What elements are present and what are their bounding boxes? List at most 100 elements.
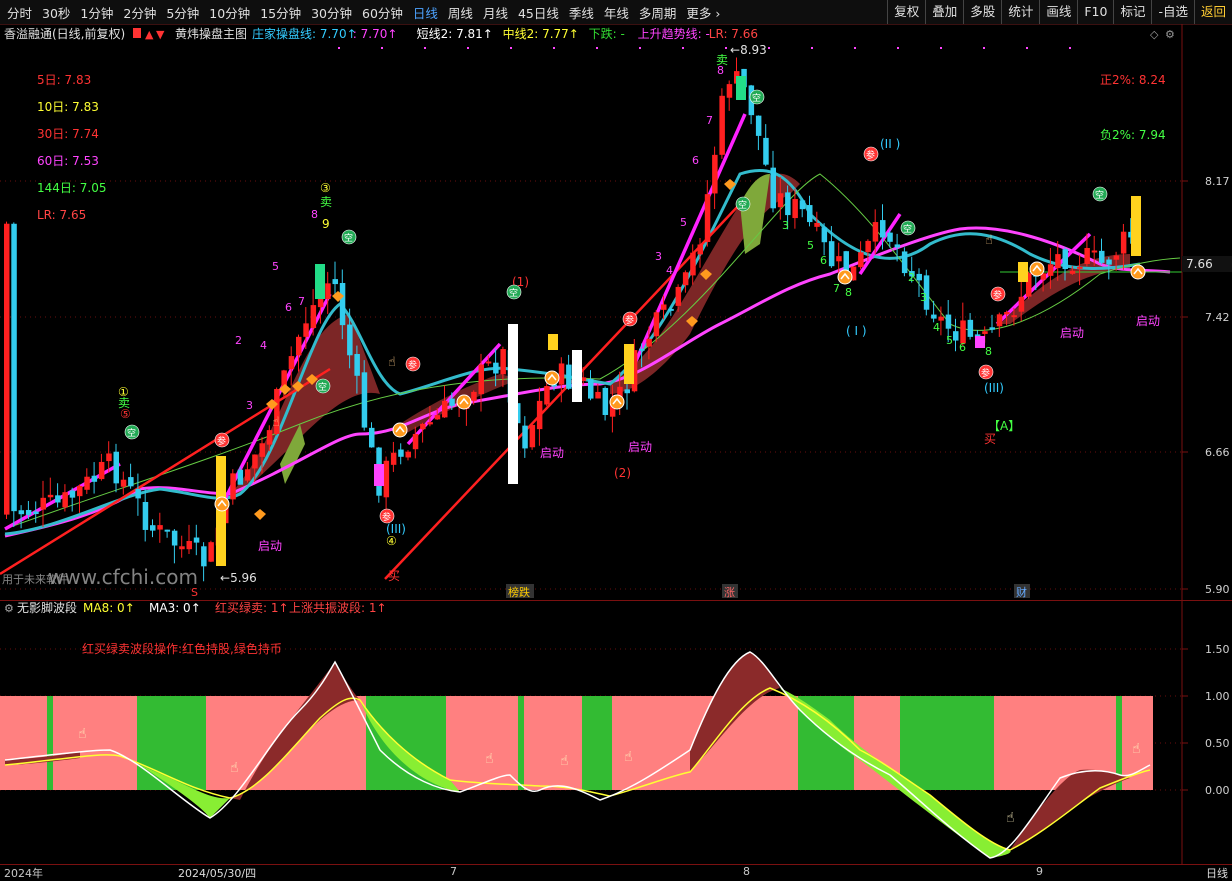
sub-indicator-value: MA3: 0↑ bbox=[149, 601, 201, 615]
tab-timeframe[interactable]: 年线 bbox=[604, 3, 629, 22]
candle-body bbox=[383, 460, 390, 498]
candle-body bbox=[1069, 270, 1076, 274]
tab-timeframe[interactable]: 日线 bbox=[413, 3, 438, 22]
candle-body bbox=[442, 400, 448, 418]
candle-body bbox=[427, 422, 433, 425]
high-marker: ←8.93 bbox=[730, 43, 767, 57]
candle-body bbox=[142, 501, 149, 530]
tab-timeframe[interactable]: 分时 bbox=[7, 3, 32, 22]
tab-timeframe[interactable]: 周线 bbox=[448, 3, 473, 22]
sub-settings-icon[interactable]: ⚙ bbox=[4, 602, 14, 615]
toolbar-button[interactable]: 统计 bbox=[1001, 0, 1039, 24]
candle-body bbox=[690, 252, 696, 276]
candle-body bbox=[493, 362, 499, 374]
dot-mark bbox=[553, 47, 555, 49]
candle-body bbox=[354, 353, 360, 376]
ma-legend-item: 144日: 7.05 bbox=[37, 181, 106, 195]
tab-timeframe[interactable]: 15分钟 bbox=[260, 3, 301, 22]
tab-timeframe[interactable]: 1分钟 bbox=[80, 3, 113, 22]
candle-body bbox=[704, 194, 711, 242]
candle-body bbox=[887, 232, 893, 242]
dot-mark bbox=[424, 47, 426, 49]
candle-body bbox=[1055, 254, 1061, 269]
tab-timeframe[interactable]: 10分钟 bbox=[209, 3, 250, 22]
candle-body bbox=[1106, 259, 1112, 265]
signal-badge-text: 空 bbox=[344, 232, 353, 244]
toolbar-right-buttons: 复权 叠加 多股 统计 画线 F10 标记 -自选 返回 bbox=[887, 0, 1232, 24]
toolbar-button[interactable]: 叠加 bbox=[925, 0, 963, 24]
toolbar-button[interactable]: 标记 bbox=[1113, 0, 1151, 24]
tab-timeframe[interactable]: 30秒 bbox=[42, 3, 70, 22]
candle-body bbox=[536, 400, 543, 430]
tab-timeframe[interactable]: 30分钟 bbox=[311, 3, 352, 22]
tab-timeframe[interactable]: 多周期 bbox=[639, 3, 677, 22]
annotation-label: 8 bbox=[311, 208, 318, 221]
pointing-hand-icon: ☝ bbox=[272, 415, 280, 430]
annotation-label: 买 bbox=[984, 432, 996, 446]
event-bangdie-tag[interactable]: 榜跌 bbox=[508, 585, 530, 599]
candle-body bbox=[390, 452, 397, 465]
dot-mark bbox=[596, 47, 598, 49]
toolbar-button[interactable]: 复权 bbox=[887, 0, 925, 24]
tab-timeframe[interactable]: 月线 bbox=[483, 3, 508, 22]
candle-body bbox=[668, 308, 674, 311]
dot-mark bbox=[1026, 47, 1028, 49]
candle-body bbox=[405, 451, 411, 458]
indicator-name: 黄炜操盘主图 bbox=[175, 26, 247, 41]
dot-mark bbox=[510, 47, 512, 49]
candle-body bbox=[135, 489, 141, 499]
pointing-hand-icon: ☝ bbox=[485, 751, 494, 767]
candle-body bbox=[186, 540, 192, 550]
buy-signal-icon bbox=[1130, 264, 1146, 280]
signal-badge-text: 参 bbox=[981, 367, 990, 379]
indicator-title-group: ▲ ▼ 黄炜操盘主图 bbox=[133, 26, 247, 41]
tab-timeframe[interactable]: 2分钟 bbox=[123, 3, 156, 22]
candle-body bbox=[1011, 315, 1017, 318]
candle-body bbox=[1062, 249, 1068, 269]
buy-signal-icon bbox=[837, 269, 853, 285]
ma-legend: 5日: 7.83 10日: 7.83 30日: 7.74 60日: 7.53 144日:… bbox=[37, 73, 106, 222]
band-neg-label: 负2%: 7.94 bbox=[1100, 128, 1166, 142]
candle-body bbox=[4, 223, 10, 515]
toolbar-button[interactable]: 返回 bbox=[1193, 0, 1232, 24]
toolbar-button[interactable]: 多股 bbox=[963, 0, 1001, 24]
candle-body bbox=[1113, 255, 1120, 260]
candle-body bbox=[310, 305, 317, 329]
candle-body bbox=[33, 511, 39, 515]
event-zhang-tag[interactable]: 涨 bbox=[724, 586, 735, 599]
annotation-label: 8 bbox=[717, 64, 724, 77]
buy-signal-icon bbox=[456, 394, 472, 410]
diamond-icon[interactable]: ◇ bbox=[1150, 28, 1159, 41]
indicator-value: 庄家操盘线: 7.70↑ bbox=[252, 26, 357, 41]
annotation-label: (II ) bbox=[880, 137, 900, 151]
candle-body bbox=[858, 252, 864, 268]
indicator-values: 庄家操盘线: 7.70↑: 7.70↑ 短线2: 7.81↑ 中线2: 7.77↑ 下… bbox=[252, 26, 758, 41]
buy-signal-icon bbox=[214, 496, 230, 512]
signal-badge-text: 空 bbox=[1095, 189, 1104, 201]
band-pos-label: 正2%: 8.24 bbox=[1100, 73, 1166, 87]
candle-body bbox=[62, 492, 68, 508]
tab-timeframe[interactable]: 更多 › bbox=[686, 3, 720, 22]
candle-body bbox=[763, 137, 769, 165]
band-green bbox=[740, 174, 770, 254]
toolbar-button[interactable]: 画线 bbox=[1039, 0, 1077, 24]
main-candlestick-chart[interactable]: 启动启动 启动启动启动买买卖卖卖【A】( I )(II )(III)(III)(1… bbox=[0, 24, 1232, 600]
wave-block bbox=[53, 696, 137, 790]
tab-timeframe[interactable]: 45日线 bbox=[518, 3, 559, 22]
tab-timeframe[interactable]: 季线 bbox=[569, 3, 594, 22]
event-cai-tag[interactable]: 财 bbox=[1016, 585, 1027, 599]
toolbar-button[interactable]: F10 bbox=[1077, 0, 1113, 24]
tab-timeframe[interactable]: 5分钟 bbox=[166, 3, 199, 22]
dot-mark bbox=[940, 47, 942, 49]
wave-indicator-chart[interactable]: ☝ ☝ ☝ ☝ ☝ ☝ ☝ ⚙ 无影脚波段 MA8: 0↑ MA3: 0↑ 红买绿卖: 1↑ 上涨… bbox=[0, 600, 1232, 864]
sub-value-axis: 1.50 1.00 0.50 0.00 bbox=[1182, 643, 1230, 797]
candle-body bbox=[880, 220, 886, 238]
settings-icon[interactable]: ⚙ bbox=[1165, 28, 1175, 41]
toolbar-button[interactable]: -自选 bbox=[1151, 0, 1194, 24]
annotation-label: 5 bbox=[807, 239, 814, 252]
dot-mark bbox=[811, 47, 813, 49]
candle-body bbox=[828, 241, 835, 267]
tab-timeframe[interactable]: 60分钟 bbox=[362, 3, 403, 22]
pointing-hand-icon: ☝ bbox=[1006, 810, 1015, 826]
candle-body bbox=[252, 454, 258, 469]
